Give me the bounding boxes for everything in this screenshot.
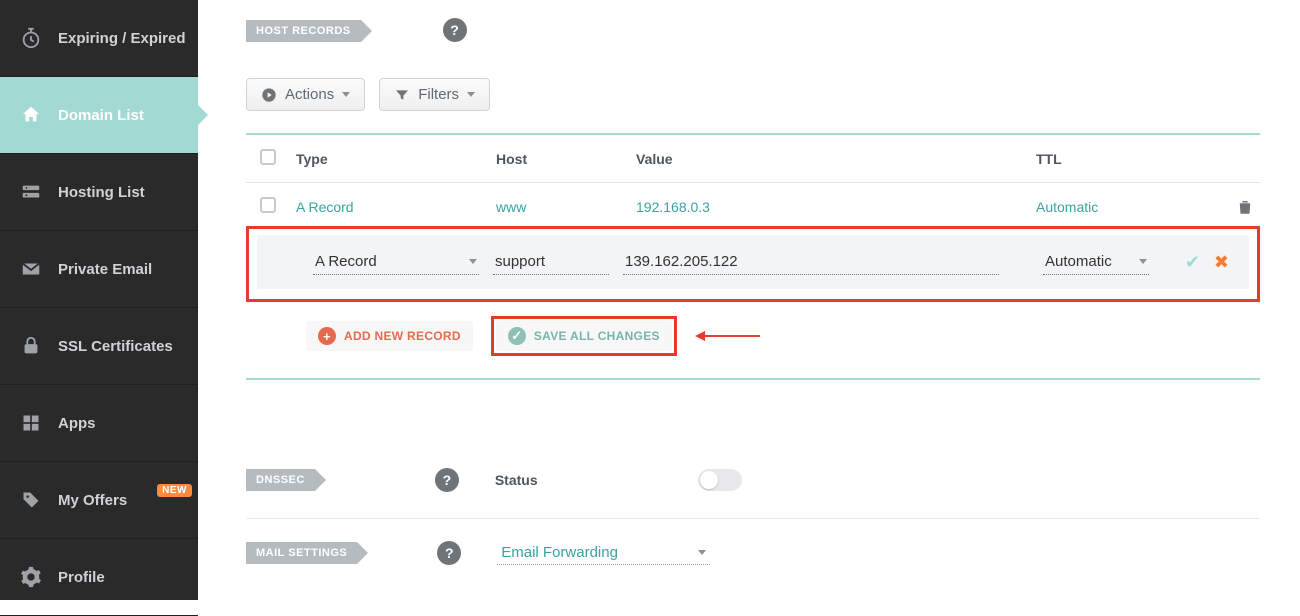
mail-icon (18, 256, 44, 282)
select-all-checkbox[interactable] (260, 149, 276, 165)
cell-type[interactable]: A Record (296, 199, 496, 215)
value-input[interactable] (623, 249, 999, 275)
help-icon[interactable]: ? (437, 541, 461, 565)
new-badge: NEW (157, 484, 192, 497)
funnel-icon (394, 87, 410, 103)
server-icon (18, 179, 44, 205)
mail-forwarding-select[interactable]: Email Forwarding (497, 541, 710, 565)
sidebar: Expiring / Expired Domain List Hosting L… (0, 0, 198, 600)
caret-down-icon (469, 259, 477, 264)
ttl-select[interactable]: Automatic (1043, 249, 1149, 275)
sidebar-item-private-email[interactable]: Private Email (0, 231, 198, 308)
sidebar-item-label: Profile (58, 569, 198, 586)
sidebar-item-ssl[interactable]: SSL Certificates (0, 308, 198, 385)
edit-row-highlight: A Record Automatic ✔ ✖ (246, 226, 1260, 302)
section-tag-host-records: HOST RECORDS (246, 20, 361, 42)
sidebar-item-label: Domain List (58, 107, 198, 124)
sidebar-item-domain-list[interactable]: Domain List (0, 77, 198, 154)
tag-icon (18, 487, 44, 513)
caret-down-icon (698, 550, 706, 555)
add-new-record-button[interactable]: + ADD NEW RECORD (306, 321, 473, 351)
section-tag-dnssec: DNSSEC (246, 469, 315, 491)
add-label: ADD NEW RECORD (344, 329, 461, 343)
help-icon[interactable]: ? (443, 18, 467, 42)
cell-ttl[interactable]: Automatic (1036, 199, 1186, 215)
th-host: Host (496, 151, 636, 167)
sidebar-item-label: SSL Certificates (58, 338, 198, 355)
lock-icon (18, 333, 44, 359)
cancel-row-button[interactable]: ✖ (1214, 252, 1229, 273)
plus-circle-icon: + (318, 327, 336, 345)
gear-icon (18, 564, 44, 590)
sidebar-item-my-offers[interactable]: My Offers NEW (0, 462, 198, 539)
grid-icon (18, 410, 44, 436)
mail-forwarding-value: Email Forwarding (501, 544, 618, 561)
actions-label: Actions (285, 86, 334, 103)
row-checkbox[interactable] (260, 197, 276, 213)
sidebar-item-label: My Offers (58, 492, 163, 509)
help-icon[interactable]: ? (435, 468, 459, 492)
sidebar-item-label: Expiring / Expired (58, 30, 198, 47)
delete-row-button[interactable] (1236, 198, 1254, 216)
cell-host[interactable]: www (496, 199, 636, 215)
filters-dropdown[interactable]: Filters (379, 78, 490, 111)
th-ttl: TTL (1036, 151, 1186, 167)
save-all-changes-button[interactable]: ✓ SAVE ALL CHANGES (496, 321, 672, 351)
save-label: SAVE ALL CHANGES (534, 329, 660, 343)
type-select-value: A Record (315, 253, 377, 270)
sidebar-item-hosting-list[interactable]: Hosting List (0, 154, 198, 231)
th-value: Value (636, 151, 1036, 167)
divider (246, 518, 1260, 519)
divider (246, 378, 1260, 380)
check-circle-icon: ✓ (508, 327, 526, 345)
table-header: Type Host Value TTL (246, 135, 1260, 183)
section-dnssec: DNSSEC ? Status (246, 468, 1260, 492)
sidebar-item-label: Private Email (58, 261, 198, 278)
section-mail: MAIL SETTINGS ? Email Forwarding (246, 541, 1260, 565)
actions-dropdown[interactable]: Actions (246, 78, 365, 111)
sidebar-item-apps[interactable]: Apps (0, 385, 198, 462)
type-select[interactable]: A Record (313, 249, 479, 275)
dnssec-toggle[interactable] (698, 469, 742, 491)
sidebar-item-expiring[interactable]: Expiring / Expired (0, 0, 198, 77)
caret-down-icon (342, 92, 350, 97)
section-tag-mail: MAIL SETTINGS (246, 542, 357, 564)
stopwatch-icon (18, 25, 44, 51)
caret-down-icon (1139, 259, 1147, 264)
sidebar-item-profile[interactable]: Profile (0, 539, 198, 616)
ttl-select-value: Automatic (1045, 253, 1112, 270)
sidebar-item-label: Hosting List (58, 184, 198, 201)
section-host-records-header: HOST RECORDS ? (246, 18, 1260, 42)
status-label: Status (495, 472, 538, 488)
toolbar: Actions Filters (246, 78, 1260, 111)
host-input[interactable] (493, 249, 609, 275)
filters-label: Filters (418, 86, 459, 103)
cell-value[interactable]: 192.168.0.3 (636, 199, 1036, 215)
home-icon (18, 102, 44, 128)
th-type: Type (296, 151, 496, 167)
sidebar-item-label: Apps (58, 415, 198, 432)
record-actions: + ADD NEW RECORD ✓ SAVE ALL CHANGES (246, 316, 1260, 356)
caret-down-icon (467, 92, 475, 97)
trash-icon (1236, 198, 1254, 216)
main-content: HOST RECORDS ? Actions Filters Type Host… (198, 0, 1300, 565)
table-row: A Record www 192.168.0.3 Automatic (246, 183, 1260, 230)
confirm-row-button[interactable]: ✔ (1185, 252, 1200, 273)
save-highlight: ✓ SAVE ALL CHANGES (491, 316, 677, 356)
edit-row: A Record Automatic ✔ ✖ (257, 235, 1249, 289)
annotation-arrow (695, 331, 760, 341)
play-circle-icon (261, 87, 277, 103)
